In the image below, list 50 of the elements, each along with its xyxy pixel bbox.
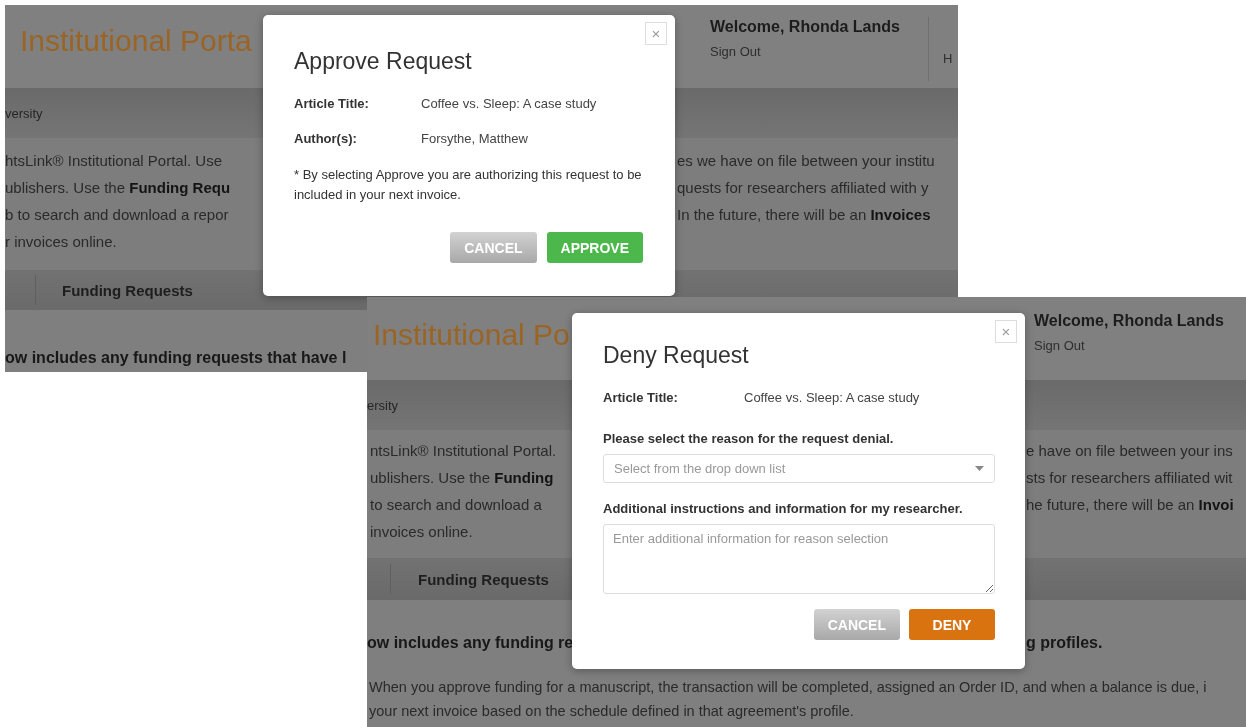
funding-requests-tab[interactable]: Funding Requests (418, 570, 549, 588)
field-value: Coffee vs. Sleep: A case study (421, 95, 597, 113)
field-value: Coffee vs. Sleep: A case study (744, 389, 920, 407)
portal-title: Institutional Po (373, 318, 570, 351)
intro-text: ublishers. Use the Funding Requ (5, 178, 232, 198)
section-heading: g profiles. (1026, 634, 1103, 651)
intro-text: b to search and download a repor (5, 205, 230, 225)
instructions-label: Additional instructions and information for my researcher. (603, 500, 964, 518)
intro-text: ntsLink® Institutional Portal. (370, 441, 558, 461)
cancel-button[interactable]: CANCEL (813, 609, 900, 640)
welcome-text: Welcome, Rhonda Lands (1034, 311, 1225, 331)
intro-text: r invoices online. (5, 232, 118, 252)
field-label: Article Title: (294, 95, 370, 113)
deny-button[interactable]: DENY (909, 609, 995, 640)
intro-text: quests for researchers affiliated with y (677, 178, 930, 198)
body-text: your next invoice based on the schedule defined in that agreement's profile. (369, 702, 855, 721)
field-label: Author(s): (294, 130, 358, 148)
section-heading: ow includes any funding re (367, 634, 574, 651)
intro-text: ublishers. Use the Funding (370, 468, 555, 488)
help-link[interactable]: H (928, 17, 953, 81)
dialog-title: Deny Request (603, 341, 750, 370)
intro-text: es we have on file between your institu (677, 151, 936, 171)
organization-name: ersity (367, 397, 399, 413)
cancel-button[interactable]: CANCEL (450, 232, 537, 263)
sign-out-link[interactable]: Sign Out (710, 44, 928, 60)
close-button[interactable]: × (995, 320, 1017, 343)
caret-icon (975, 466, 984, 471)
welcome-text: Welcome, Rhonda Lands (710, 17, 901, 37)
approval-note: * By selecting Approve you are authorizing this request to be included in your next invoice. (294, 166, 643, 204)
field-label: Article Title: (603, 389, 679, 407)
intro-text: to search and download a (370, 495, 543, 515)
field-value: Forsythe, Matthew (421, 130, 528, 148)
portal-title: Institutional Porta (20, 24, 252, 57)
sign-out-link[interactable]: Sign Out (1034, 338, 1246, 354)
intro-text: invoices online. (370, 522, 474, 542)
funding-requests-tab[interactable]: Funding Requests (62, 281, 193, 299)
intro-text: In the future, there will be an Invoices (677, 205, 932, 225)
intro-text: htsLink® Institutional Portal. Use (5, 151, 223, 171)
approve-button[interactable]: APPROVE (546, 232, 643, 263)
intro-text: e have on file between your ins (1026, 441, 1234, 461)
section-heading: ow includes any funding requests that have l (5, 349, 347, 366)
reason-dropdown[interactable]: Select from the drop down list (603, 454, 995, 483)
close-button[interactable]: × (645, 22, 667, 45)
intro-text: he future, there will be an Invoi (1026, 495, 1235, 515)
instructions-field[interactable]: Enter additional information for reason selection (603, 524, 995, 594)
reason-label: Please select the reason for the request denial. (603, 430, 895, 448)
dialog-title: Approve Request (294, 47, 473, 76)
body-text: When you approve funding for a manuscript, the transaction will be completed, assigned an Order ID, and when a balance is due, i (369, 678, 1208, 697)
intro-text: sts for researchers affiliated wit (1026, 468, 1234, 488)
organization-name: versity (5, 105, 43, 121)
